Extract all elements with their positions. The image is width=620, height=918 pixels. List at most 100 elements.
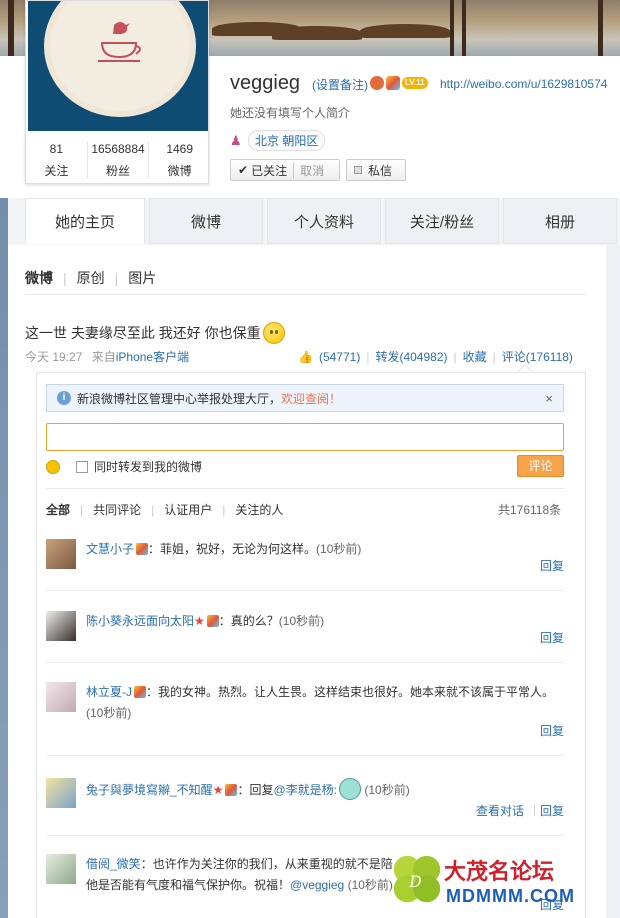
comment-input[interactable] [46,423,564,451]
favorite-button[interactable]: 收藏 [463,348,487,365]
avatar[interactable] [46,854,76,884]
notice-bar: i 新浪微博社区管理中心举报处理大厅， 欢迎查阅！ × [46,384,564,412]
comment-time: (10秒前) [364,783,410,797]
set-remark-link[interactable]: (设置备注) [312,76,368,93]
stat-fans[interactable]: 16568884 粉丝 [88,141,150,179]
divider [46,488,564,489]
tab-follows-fans[interactable]: 关注/粉丝 [385,198,499,244]
profile-intro: 她还没有填写个人简介 [230,106,351,120]
followed-button[interactable]: ✔ 已关注 取消 [230,159,340,181]
avatar[interactable] [46,611,76,641]
repost-checkbox[interactable] [76,460,88,473]
star-icon[interactable]: ★ [194,614,205,628]
reply-button[interactable]: 回复 [540,722,564,739]
message-icon [354,166,362,174]
notice-text: 新浪微博社区管理中心举报处理大厅， [77,391,282,406]
comment-button[interactable]: 评论(176118) [502,348,573,365]
emoji-picker-icon[interactable] [46,459,60,474]
profile-location: ♟ 北京 朝阳区 [230,130,326,151]
divider [46,662,564,663]
comment-time: (10秒前) [316,542,362,556]
clover-logo-icon: D [393,855,441,903]
divider [46,755,564,756]
vip-heart-icon[interactable] [386,76,400,90]
like-icon[interactable]: 👍 [298,350,313,364]
divider [46,835,564,836]
person-icon: ♟ [230,132,242,148]
avatar-card: 81 关注 16568884 粉丝 1469 微博 [25,0,209,184]
mention-link[interactable]: @veggieg [290,878,344,892]
submit-comment-button[interactable]: 评论 [517,455,564,477]
level-badge[interactable]: LV.11 [402,77,428,89]
filter-common[interactable]: 共同评论 [93,501,141,518]
star-icon[interactable]: ★ [213,783,224,797]
subnav-weibo[interactable]: 微博 [25,268,53,288]
vip-icon[interactable] [206,615,219,627]
commenter-name[interactable]: 陈小葵永远面向太阳 [86,614,194,628]
followed-label: 已关注 [251,163,288,178]
avatar[interactable] [46,539,76,569]
vip-icon[interactable] [136,543,149,555]
filter-all[interactable]: 全部 [46,501,70,518]
composer-options: 同时转发到我的微博 [46,458,202,475]
stat-following[interactable]: 81 关注 [26,141,88,179]
avatar[interactable] [28,1,208,131]
teacup-bird-icon [98,22,141,62]
watermark-site: MDMMM.COM [446,886,575,906]
tab-album[interactable]: 相册 [503,198,617,244]
like-count[interactable]: (54771) [319,350,360,364]
subnav-separator: | [63,270,67,286]
post-text: 这一世 夫妻缘尽至此 我还好 你也保重 [25,322,285,344]
location-link[interactable]: 北京 朝阳区 [248,130,326,151]
commenter-name[interactable]: 借阅_微笑 [86,857,141,871]
forum-watermark: D 大茂名论坛 MDMMM.COM [388,852,578,912]
subnav-original[interactable]: 原创 [77,268,105,288]
medal-icon[interactable] [370,76,384,90]
vip-icon[interactable] [225,784,238,796]
mention-link[interactable]: @李就是杨: [273,783,337,797]
commenter-name[interactable]: 林立夏-J [86,685,132,699]
view-conversation-link[interactable]: 查看对话 [476,802,524,819]
profile-url-link[interactable]: http://weibo.com/u/1629810574 [440,77,607,91]
comment-body-line2: 他是否能有气度和福气保护你。祝福！ [86,878,291,892]
reply-button[interactable]: 回复 [540,802,564,819]
stat-fans-count: 16568884 [91,142,145,156]
close-icon[interactable]: × [545,391,553,406]
username: veggieg [230,72,301,94]
filter-following[interactable]: 关注的人 [235,501,283,518]
post-source-link[interactable]: iPhone客户端 [116,350,189,364]
comment-time: (10秒前) [347,878,393,892]
vip-icon[interactable] [134,686,146,698]
tab-weibo[interactable]: 微博 [149,198,263,244]
user-badges: LV.11 [370,76,428,90]
tab-profile-info[interactable]: 个人资料 [267,198,381,244]
subnav-pictures[interactable]: 图片 [128,268,156,288]
watermark-title: 大茂名论坛 [444,859,555,885]
comment-text: 陈小葵永远面向太阳★ ：真的么？(10秒前) [86,611,564,632]
commenter-name[interactable]: 兔子與夢境寫辮_不知醒 [86,783,213,797]
avatar[interactable] [46,682,76,712]
comment-item: 林立夏-J ：我的女神。热烈。让人生畏。这样结束也很好。她本来就不该属于平常人。 (… [46,682,564,742]
stat-fans-label: 粉丝 [106,164,131,178]
post-meta: 今天 19:27 来自iPhone客户端 [25,348,189,365]
comment-item: 文慧小子 ：菲姐，祝好，无论为何这样。(10秒前) 回复 [46,539,564,579]
tab-home[interactable]: 她的主页 [25,198,145,244]
commenter-name[interactable]: 文慧小子 [86,542,134,556]
sweat-emoji-icon [339,778,361,800]
reply-button[interactable]: 回复 [540,629,564,646]
stat-posts-label: 微博 [167,164,192,178]
repost-button[interactable]: 转发(404982) [375,348,447,365]
stat-posts[interactable]: 1469 微博 [149,141,210,179]
message-button[interactable]: 私信 [346,159,406,181]
unfollow-button[interactable]: 取消 [293,161,324,179]
svg-text:D: D [408,873,422,891]
post-time-link[interactable]: 今天 19:27 [25,350,82,364]
filter-verified[interactable]: 认证用户 [164,501,212,518]
avatar[interactable] [46,778,76,808]
reply-button[interactable]: 回复 [540,557,564,574]
comment-text: 文慧小子 ：菲姐，祝好，无论为何这样。(10秒前) [86,539,564,560]
comment-time: (10秒前) [278,614,325,628]
comment-item: 兔子與夢境寫辮_不知醒★ ：回复@李就是杨: (10秒前) 查看对话 | 回复 [46,778,564,820]
notice-link[interactable]: 欢迎查阅！ [281,390,341,407]
profile-stats: 81 关注 16568884 粉丝 1469 微博 [26,141,210,179]
